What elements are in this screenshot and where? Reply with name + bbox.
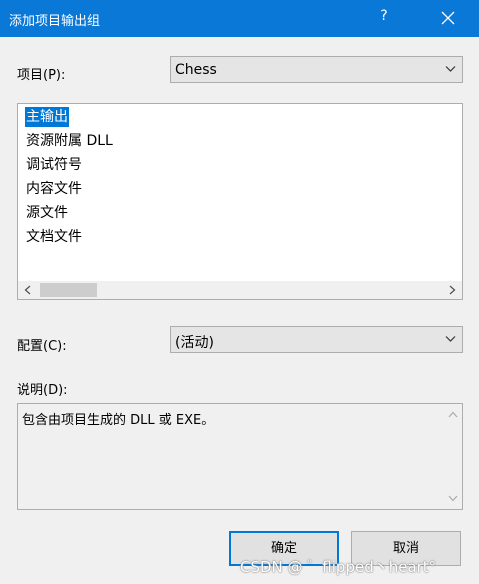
description-text: 包含由项目生成的 DLL 或 EXE。 <box>22 413 215 428</box>
scroll-thumb[interactable] <box>40 283 97 297</box>
close-button[interactable] <box>434 4 462 32</box>
chevron-down-icon <box>445 336 456 342</box>
scroll-down-icon[interactable] <box>448 495 458 502</box>
list-item-source-files[interactable]: 源文件 <box>25 203 69 223</box>
watermark: CSDN @ ゛flipped丶heart° <box>240 558 437 576</box>
description-box: 包含由项目生成的 DLL 或 EXE。 <box>17 403 463 510</box>
configuration-label: 配置(C): <box>17 339 67 354</box>
project-value: Chess <box>175 62 217 78</box>
horizontal-scrollbar[interactable] <box>18 281 462 299</box>
scroll-right-icon[interactable] <box>449 285 456 295</box>
project-dropdown[interactable]: Chess <box>170 56 463 83</box>
project-label: 项目(P): <box>17 68 66 83</box>
scroll-left-icon[interactable] <box>24 285 31 295</box>
chevron-down-icon <box>445 66 456 72</box>
configuration-value: (活动) <box>175 335 214 351</box>
help-button[interactable]: ? <box>374 8 394 28</box>
list-item-documentation-files[interactable]: 文档文件 <box>25 227 83 247</box>
list-item-primary-output[interactable]: 主输出 <box>25 107 69 127</box>
close-icon <box>441 11 455 25</box>
list-item-satellite-dll[interactable]: 资源附属 DLL <box>25 131 114 151</box>
vertical-scrollbar[interactable] <box>444 404 462 509</box>
output-group-list[interactable]: 主输出 资源附属 DLL 调试符号 内容文件 源文件 文档文件 <box>17 103 463 300</box>
configuration-dropdown[interactable]: (活动) <box>170 326 463 353</box>
scroll-up-icon[interactable] <box>448 411 458 418</box>
list-item-content-files[interactable]: 内容文件 <box>25 179 83 199</box>
description-label: 说明(D): <box>17 383 68 398</box>
title-bar: 添加项目输出组 ? <box>0 0 479 37</box>
list-item-debug-symbols[interactable]: 调试符号 <box>25 155 83 175</box>
dialog-title: 添加项目输出组 <box>9 14 101 29</box>
